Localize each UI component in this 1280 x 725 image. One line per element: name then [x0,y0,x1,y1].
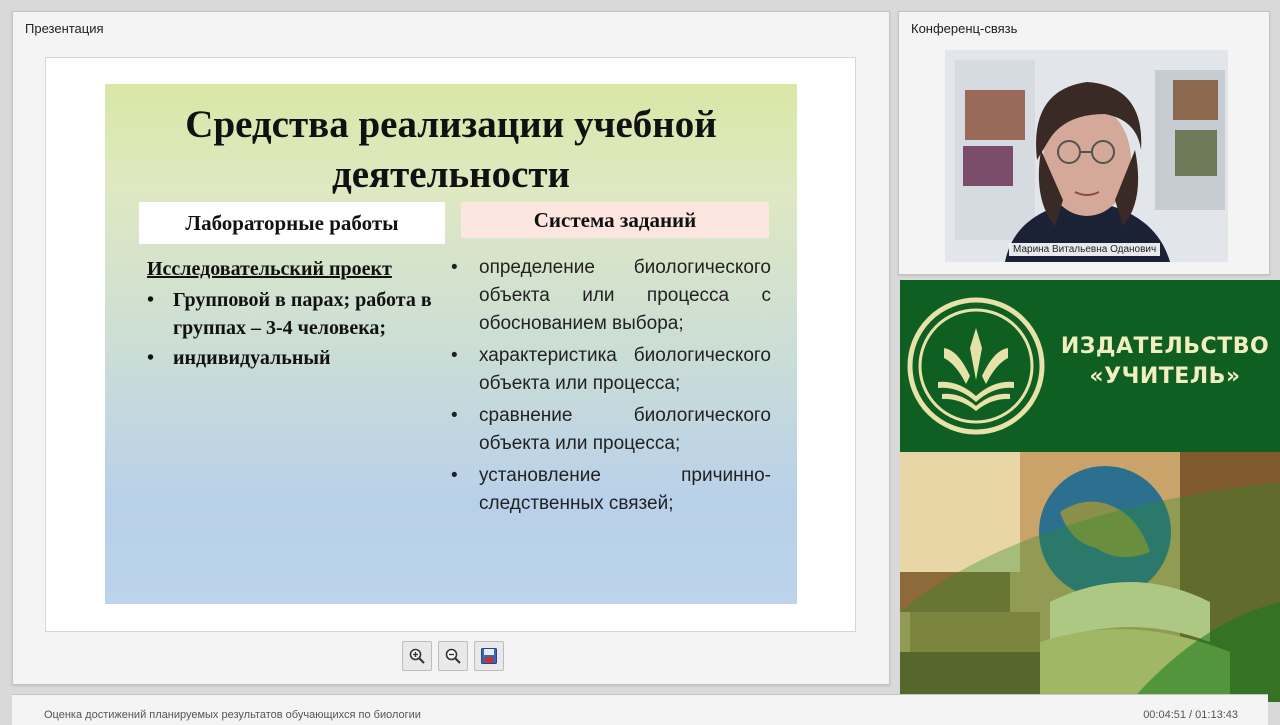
lab-work-header: Лабораторные работы [139,202,445,244]
bullet-icon: • [147,347,155,369]
zoom-in-button[interactable] [402,641,432,671]
list-item-text: характеристика биологического объекта ил… [479,345,771,394]
publisher-banner: ИЗДАТЕЛЬСТВО «УЧИТЕЛЬ» [900,280,1280,702]
right-list: • определение биологического объекта или… [451,254,771,518]
zoom-in-icon [409,648,425,664]
speaker-video-frame [945,50,1228,262]
presentation-panel: Презентация Средства реализации учебной … [12,11,890,685]
slide-title-line1: Средства реализации учебной [185,103,717,146]
right-column: • определение биологического объекта или… [451,254,771,522]
list-item: • индивидуальный [147,344,437,372]
list-item-text: сравнение биологического объекта или про… [479,405,771,454]
list-item: • установление причинно-следственных свя… [451,462,771,518]
slide: Средства реализации учебной деятельности… [105,84,797,604]
bullet-icon: • [451,405,458,426]
task-system-header: Система заданий [461,202,769,238]
zoom-out-icon [445,648,461,664]
bullet-icon: • [451,257,458,278]
bullet-icon: • [451,465,458,486]
presentation-panel-title: Презентация [25,21,104,36]
publisher-logo-icon [907,297,1045,435]
slide-toolbar [402,641,504,671]
playback-time: 00:04:51 / 01:13:43 [1143,709,1238,721]
left-list: • Групповой в парах; работа в группах – … [147,286,437,372]
publisher-name-line1: ИЗДАТЕЛЬСТВО [1060,334,1270,359]
slide-title: Средства реализации учебной деятельности [105,100,797,200]
bullet-icon: • [451,345,458,366]
zoom-out-button[interactable] [438,641,468,671]
conference-panel: Конференц-связь Марина Витальевна Оданов… [898,11,1270,275]
publisher-header: ИЗДАТЕЛЬСТВО «УЧИТЕЛЬ» [900,280,1280,452]
save-button[interactable] [474,641,504,671]
left-column: Исследовательский проект • Групповой в п… [147,254,437,372]
list-item-text: Групповой в парах; работа в группах – 3-… [173,289,432,339]
slide-frame: Средства реализации учебной деятельности… [45,57,856,632]
list-item: • Групповой в парах; работа в группах – … [147,286,437,342]
speaker-name-label: Марина Витальевна Оданович [1009,243,1161,256]
list-item: • определение биологического объекта или… [451,254,771,338]
list-item: • характеристика биологического объекта … [451,342,771,398]
speaker-video: Марина Витальевна Оданович [945,50,1228,262]
research-project-title: Исследовательский проект [147,258,392,280]
course-title: Оценка достижений планируемых результато… [44,709,421,721]
slide-title-line2: деятельности [331,153,571,196]
save-icon [481,648,497,664]
footer-bar: Оценка достижений планируемых результато… [12,694,1268,725]
list-item-text: определение биологического объекта или п… [479,257,771,334]
bullet-icon: • [147,289,155,311]
publisher-name-line2: «УЧИТЕЛЬ» [1089,364,1241,389]
conference-panel-title: Конференц-связь [911,21,1018,36]
list-item-text: установление причинно-следственных связе… [479,465,771,514]
list-item-text: индивидуальный [173,347,331,369]
books-globe-image [900,452,1280,702]
publisher-name: ИЗДАТЕЛЬСТВО «УЧИТЕЛЬ» [1060,332,1270,392]
list-item: • сравнение биологического объекта или п… [451,402,771,458]
